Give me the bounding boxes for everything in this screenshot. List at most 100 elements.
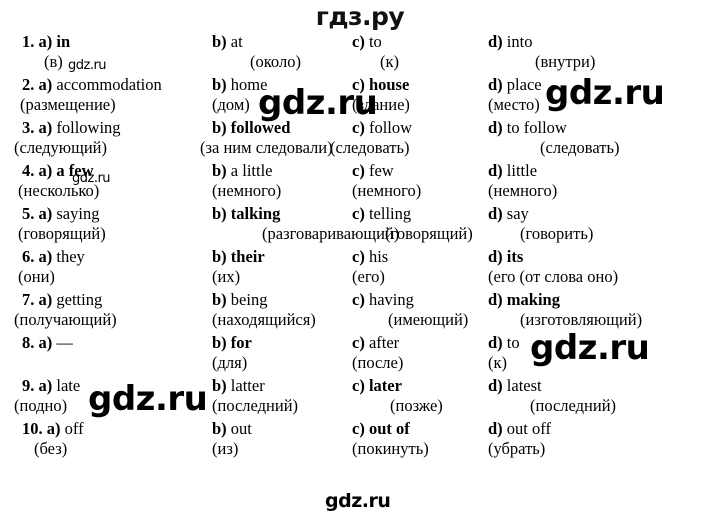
option-b[interactable]: b) at	[212, 32, 243, 52]
option-b[interactable]: b) a little	[212, 161, 273, 181]
option-translation: (за ним следовали)	[200, 138, 333, 157]
option-a[interactable]: 2. a) accommodation	[22, 75, 162, 95]
option-line: 7. a) getting b) being c) having d) making	[0, 290, 720, 311]
option-translation: (размещение)	[20, 95, 116, 114]
option-translation: (его)	[352, 267, 385, 286]
option-label: b)	[212, 118, 227, 137]
option-translation: (следовать)	[540, 138, 620, 157]
option-word: talking	[230, 204, 281, 223]
option-a[interactable]: 1. a) in	[22, 32, 70, 52]
option-b[interactable]: b) talking	[212, 204, 280, 224]
option-label: c)	[352, 419, 365, 438]
option-b[interactable]: b) being	[212, 290, 267, 310]
option-word: their	[230, 247, 265, 266]
option-d[interactable]: d) making	[488, 290, 560, 310]
option-d[interactable]: d) little	[488, 161, 537, 181]
option-word: to	[368, 32, 382, 51]
option-label: c)	[352, 376, 365, 395]
option-word: out of	[368, 419, 410, 438]
translation-line: (говорящий) (разговаривающий) (говорящий)(…	[0, 224, 720, 245]
option-a[interactable]: 3. a) following	[22, 118, 121, 138]
option-d[interactable]: d) into	[488, 32, 532, 52]
option-translation: (последний)	[530, 396, 617, 415]
option-translation: (их)	[212, 267, 241, 286]
option-label: b)	[212, 32, 227, 51]
option-label: b)	[212, 75, 227, 94]
option-d[interactable]: d) to follow	[488, 118, 567, 138]
option-a[interactable]: 10. a) off	[22, 419, 84, 439]
option-translation: (имеющий)	[388, 310, 469, 329]
option-a[interactable]: 8. a) —	[22, 333, 73, 353]
option-word: after	[368, 333, 400, 352]
option-c[interactable]: c) after	[352, 333, 399, 353]
option-word: to follow	[506, 118, 567, 137]
option-c[interactable]: c) out of	[352, 419, 410, 439]
option-translation: (подно)	[14, 396, 68, 415]
option-a[interactable]: 5. a) saying	[22, 204, 99, 224]
option-label: d)	[488, 118, 503, 137]
question-number: 9.	[22, 376, 35, 395]
option-d[interactable]: d) its	[488, 247, 523, 267]
option-b[interactable]: b) for	[212, 333, 252, 353]
option-label: a)	[38, 204, 53, 223]
option-word: later	[368, 376, 402, 395]
option-d[interactable]: d) out off	[488, 419, 551, 439]
question-row: 7. a) getting b) being c) having d) making (…	[0, 290, 720, 333]
option-word: say	[506, 204, 529, 223]
option-translation: (в)	[44, 52, 63, 71]
option-c[interactable]: c) later	[352, 376, 402, 396]
option-b[interactable]: b) their	[212, 247, 265, 267]
option-label: b)	[212, 161, 227, 180]
option-label: c)	[352, 290, 365, 309]
question-row: 5. a) saying b) talking c) telling d) say (г…	[0, 204, 720, 247]
option-d[interactable]: d) say	[488, 204, 529, 224]
option-word: little	[506, 161, 538, 180]
option-translation: (следующий)	[14, 138, 107, 157]
option-word: out off	[506, 419, 551, 438]
option-c[interactable]: c) few	[352, 161, 394, 181]
option-word: late	[56, 376, 81, 395]
option-d[interactable]: d) latest	[488, 376, 542, 396]
option-d[interactable]: d) place	[488, 75, 542, 95]
option-word: saying	[56, 204, 100, 223]
option-label: d)	[488, 333, 503, 352]
option-label: c)	[352, 32, 365, 51]
question-row: 1. a) in b) at c) to d) into (в) (около) (к) (в…	[0, 32, 720, 75]
option-word: his	[368, 247, 389, 266]
option-word: making	[506, 290, 560, 309]
option-label: a)	[38, 376, 53, 395]
option-d[interactable]: d) to	[488, 333, 520, 353]
option-b[interactable]: b) latter	[212, 376, 265, 396]
option-c[interactable]: c) his	[352, 247, 388, 267]
option-c[interactable]: c) to	[352, 32, 382, 52]
option-translation: (получающий)	[14, 310, 117, 329]
option-word: being	[230, 290, 268, 309]
question-number: 1.	[22, 32, 35, 51]
option-translation: (без)	[34, 439, 68, 458]
option-label: d)	[488, 419, 503, 438]
option-line: 10. a) off b) out c) out of d) out off	[0, 419, 720, 440]
option-word: following	[56, 118, 121, 137]
option-translation: (после)	[352, 353, 404, 372]
option-label: c)	[352, 204, 365, 223]
option-word: into	[506, 32, 533, 51]
option-label: b)	[212, 376, 227, 395]
option-a[interactable]: 6. a) they	[22, 247, 85, 267]
option-word: to	[506, 333, 520, 352]
option-a[interactable]: 9. a) late	[22, 376, 80, 396]
option-c[interactable]: c) telling	[352, 204, 411, 224]
option-translation: (немного)	[488, 181, 558, 200]
option-translation: (разговаривающий)	[262, 224, 400, 243]
option-translation: (около)	[250, 52, 301, 71]
option-translation: (его (от слова оно)	[488, 267, 619, 286]
option-b[interactable]: b) out	[212, 419, 252, 439]
option-a[interactable]: 7. a) getting	[22, 290, 102, 310]
option-translation: (говорить)	[520, 224, 594, 243]
option-translation: (говорящий)	[18, 224, 106, 243]
option-translation: (убрать)	[488, 439, 546, 458]
question-number: 5.	[22, 204, 35, 223]
option-word: —	[56, 333, 73, 352]
option-word: telling	[368, 204, 412, 223]
option-c[interactable]: c) having	[352, 290, 414, 310]
option-label: d)	[488, 161, 503, 180]
